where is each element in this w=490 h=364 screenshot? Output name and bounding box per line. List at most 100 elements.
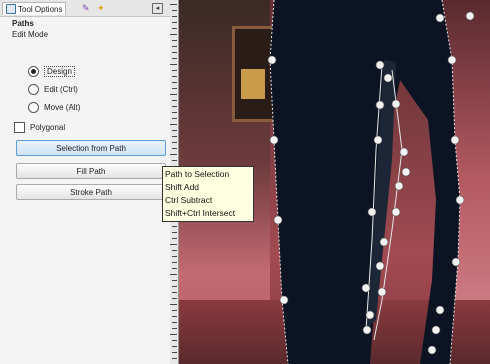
path-anchor-node[interactable]	[399, 147, 409, 157]
paths-dialog-icon[interactable]: ✎	[82, 3, 92, 13]
path-anchor-node[interactable]	[367, 207, 377, 217]
ruler-tick	[170, 34, 177, 35]
tab-tool-options[interactable]: Tool Options	[2, 2, 67, 15]
ruler-tick	[172, 10, 177, 11]
ruler-tick	[170, 124, 177, 125]
ruler-tick	[170, 64, 177, 65]
path-anchor-node[interactable]	[401, 167, 411, 177]
path-anchor-node[interactable]	[373, 135, 383, 145]
tooltip-line: Shift Add	[165, 182, 200, 192]
ruler-tick	[172, 118, 177, 119]
ruler-tick	[172, 100, 177, 101]
mode-option-move[interactable]: Move (Alt)	[28, 102, 80, 113]
mode-design-label: Design	[44, 66, 75, 77]
path-anchor-node[interactable]	[379, 237, 389, 247]
ruler-tick	[172, 358, 177, 359]
ruler-tick	[172, 238, 177, 239]
tool-options-panel: Tool Options ✎ ✦ ◂ Paths Edit Mode Desig…	[0, 0, 171, 364]
mode-option-design[interactable]: Design	[28, 66, 75, 77]
ruler-tick	[172, 106, 177, 107]
ruler-tick	[172, 16, 177, 17]
ruler-tick	[172, 70, 177, 71]
ruler-tick	[172, 76, 177, 77]
path-anchor-node[interactable]	[377, 287, 387, 297]
ruler-tick	[172, 268, 177, 269]
ruler-tick	[172, 46, 177, 47]
fill-path-button[interactable]: Fill Path	[16, 163, 166, 179]
path-anchor-node[interactable]	[431, 325, 441, 335]
radio-edit[interactable]	[28, 84, 39, 95]
tool-options-icon	[6, 4, 16, 14]
ruler-tick	[172, 328, 177, 329]
path-anchor-node[interactable]	[394, 181, 404, 191]
tool-title: Paths	[12, 19, 34, 28]
ruler-tick	[172, 52, 177, 53]
mode-option-edit[interactable]: Edit (Ctrl)	[28, 84, 78, 95]
ruler-tick	[172, 232, 177, 233]
path-anchor-node[interactable]	[465, 11, 475, 21]
path-anchor-node[interactable]	[365, 310, 375, 320]
ruler-tick	[170, 94, 177, 95]
radio-move[interactable]	[28, 102, 39, 113]
ruler-tick	[170, 304, 177, 305]
polygonal-option[interactable]: Polygonal	[14, 122, 65, 133]
path-anchor-node[interactable]	[362, 325, 372, 335]
ruler-tick	[172, 226, 177, 227]
ruler-tick	[172, 256, 177, 257]
ruler-tick	[172, 298, 177, 299]
ruler-tick	[172, 136, 177, 137]
tooltip: Path to Selection Shift Add Ctrl Subtrac…	[162, 166, 254, 222]
ruler-tick	[170, 334, 177, 335]
path-anchor-node[interactable]	[383, 73, 393, 83]
ruler-tick	[172, 58, 177, 59]
path-anchor-node[interactable]	[391, 207, 401, 217]
ruler-tick	[172, 280, 177, 281]
path-anchor-node[interactable]	[375, 100, 385, 110]
path-anchor-node[interactable]	[427, 345, 437, 355]
ruler-tick	[172, 310, 177, 311]
ruler-tick	[172, 40, 177, 41]
brushes-dialog-icon[interactable]: ✦	[97, 3, 107, 13]
ruler-tick	[172, 88, 177, 89]
edit-mode-label: Edit Mode	[12, 30, 49, 39]
path-anchor-node[interactable]	[447, 55, 457, 65]
ruler-tick	[170, 4, 177, 5]
path-anchor-node[interactable]	[361, 283, 371, 293]
panel-menu-icon[interactable]: ◂	[152, 3, 163, 14]
ruler-tick	[172, 322, 177, 323]
path-anchor-node[interactable]	[279, 295, 289, 305]
tooltip-line: Ctrl Subtract	[165, 195, 213, 205]
ruler-tick	[172, 130, 177, 131]
selection-from-path-button[interactable]: Selection from Path	[16, 140, 166, 156]
ruler-tick	[172, 28, 177, 29]
stroke-path-button[interactable]: Stroke Path	[16, 184, 166, 200]
ruler-tick	[172, 148, 177, 149]
trousers-shape	[270, 0, 460, 364]
path-anchor-node[interactable]	[435, 305, 445, 315]
dock-tab-bar: Tool Options ✎ ✦ ◂	[0, 0, 170, 17]
path-anchor-node[interactable]	[269, 135, 279, 145]
ruler-tick	[172, 142, 177, 143]
tooltip-line: Shift+Ctrl Intersect	[165, 208, 236, 218]
ruler-tick	[172, 286, 177, 287]
ruler-tick	[172, 250, 177, 251]
ruler-tick	[172, 22, 177, 23]
radio-design[interactable]	[28, 66, 39, 77]
ruler-tick	[172, 352, 177, 353]
path-anchor-node[interactable]	[391, 99, 401, 109]
ruler-tick	[170, 244, 177, 245]
polygonal-checkbox[interactable]	[14, 122, 25, 133]
path-anchor-node[interactable]	[267, 55, 277, 65]
path-anchor-node[interactable]	[450, 135, 460, 145]
path-anchor-node[interactable]	[435, 13, 445, 23]
path-anchor-node[interactable]	[375, 60, 385, 70]
path-anchor-node[interactable]	[451, 257, 461, 267]
ruler-tick	[170, 154, 177, 155]
path-anchor-node[interactable]	[273, 215, 283, 225]
path-anchor-node[interactable]	[455, 195, 465, 205]
ruler-tick	[170, 274, 177, 275]
ruler-tick	[172, 316, 177, 317]
ruler-tick	[172, 262, 177, 263]
path-anchor-node[interactable]	[375, 261, 385, 271]
ruler-tick	[172, 346, 177, 347]
